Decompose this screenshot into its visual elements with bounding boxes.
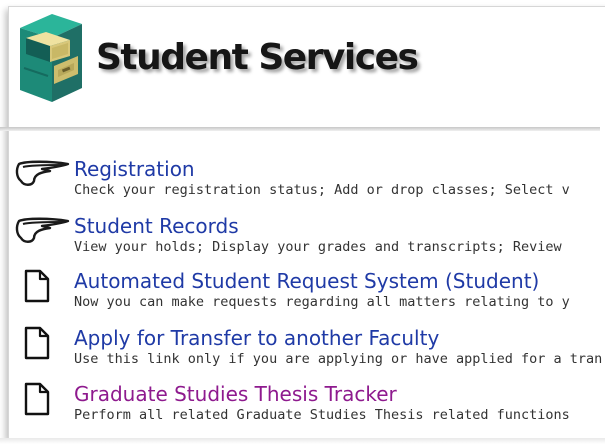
automated-student-request-description: Now you can make requests regarding all … bbox=[74, 294, 570, 310]
student-records-link[interactable]: Student Records bbox=[74, 214, 239, 238]
apply-for-transfer-link[interactable]: Apply for Transfer to another Faculty bbox=[74, 326, 439, 350]
list-item-automated-student-request: Automated Student Request System (Studen… bbox=[12, 269, 605, 321]
list-item-apply-for-transfer: Apply for Transfer to another Faculty Us… bbox=[12, 326, 605, 378]
list-item-student-records: Student Records View your holds; Display… bbox=[12, 214, 605, 266]
bottom-shade bbox=[0, 438, 605, 444]
list-item-graduate-thesis-tracker: Graduate Studies Thesis Tracker Perform … bbox=[12, 382, 605, 434]
apply-for-transfer-description: Use this link only if you are applying o… bbox=[74, 351, 603, 367]
menu-arrow-icon bbox=[15, 160, 70, 186]
page-header: Student Services bbox=[0, 0, 605, 120]
graduate-thesis-tracker-link[interactable]: Graduate Studies Thesis Tracker bbox=[74, 382, 397, 406]
header-divider bbox=[0, 127, 600, 131]
list-item-registration: Registration Check your registration sta… bbox=[12, 157, 605, 209]
student-records-description: View your holds; Display your grades and… bbox=[74, 239, 562, 255]
automated-student-request-link[interactable]: Automated Student Request System (Studen… bbox=[74, 269, 539, 293]
document-icon bbox=[24, 269, 50, 303]
registration-description: Check your registration status; Add or d… bbox=[74, 182, 570, 198]
registration-link[interactable]: Registration bbox=[74, 157, 195, 181]
document-icon bbox=[24, 326, 50, 360]
menu-arrow-icon bbox=[15, 217, 70, 243]
file-cabinet-icon bbox=[20, 14, 82, 102]
page-title: Student Services bbox=[96, 37, 419, 78]
document-icon bbox=[24, 382, 50, 416]
graduate-thesis-tracker-description: Perform all related Graduate Studies The… bbox=[74, 407, 570, 423]
